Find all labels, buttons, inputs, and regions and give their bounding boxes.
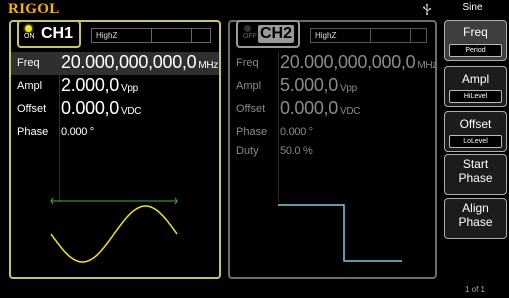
ch2-freq-row[interactable]: Freq 20.000,000,000,0 MHz (230, 52, 437, 75)
ch1-impedance: HighZ (92, 29, 152, 42)
ch2-status-slot-2 (371, 29, 411, 42)
ch1-freq-row[interactable]: Freq 20.000,000,000,0 MHz (11, 52, 219, 75)
ch1-status: ON (24, 33, 35, 40)
usb-icon (423, 3, 431, 15)
ch1-badge[interactable]: ON CH1 (17, 20, 81, 48)
page-indicator: 1 of 1 (464, 285, 485, 294)
ch2-ampl-value[interactable]: 5.000,0 Vpp (280, 75, 357, 96)
ch1-status-slot-2 (152, 29, 192, 42)
ampl-softkey[interactable]: Ampl HiLevel (444, 66, 507, 107)
ch1-name: CH1 (41, 25, 74, 42)
ch2-phase-label: Phase (236, 126, 268, 138)
ch2-duty-value[interactable]: 50.0 % (280, 145, 313, 157)
hilevel-sublabel: HiLevel (449, 90, 502, 103)
ch2-duty-label: Duty (236, 145, 259, 157)
lolevel-sublabel: LoLevel (449, 135, 502, 148)
ch1-phase-row[interactable]: Phase 0.000 ° (11, 121, 219, 144)
ch2-offset-row[interactable]: Offset 0.000,0 VDC (230, 98, 435, 121)
ch1-status-led-icon (25, 25, 32, 32)
ch2-status-slot-3 (411, 29, 426, 42)
ch2-status-led-icon (244, 25, 251, 32)
ch2-ampl-unit: Vpp (339, 83, 357, 94)
start-phase-softkey[interactable]: Start Phase (444, 154, 507, 195)
ch1-phase-label: Phase (17, 126, 49, 138)
offset-softkey[interactable]: Offset LoLevel (444, 111, 507, 152)
ch1-ampl-value[interactable]: 2.000,0 Vpp (61, 75, 138, 96)
ch2-offset-value[interactable]: 0.000,0 VDC (280, 98, 360, 119)
ch1-freq-label: Freq (17, 57, 40, 69)
ch2-freq-value[interactable]: 20.000,000,000,0 MHz (280, 52, 437, 73)
period-sublabel: Period (449, 44, 502, 57)
ch1-offset-row[interactable]: Offset 0.000,0 VDC (11, 98, 219, 121)
ch1-status-slot-3 (192, 29, 210, 42)
offset-softkey-label: Offset (459, 117, 492, 131)
ch2-name: CH2 (258, 25, 295, 43)
ch1-impedance-bar: HighZ (91, 28, 211, 43)
ch1-offset-label: Offset (17, 103, 47, 115)
ch2-ampl-label: Ampl (236, 80, 262, 92)
ch1-ampl-label: Ampl (17, 80, 43, 92)
ch2-freq-unit: MHz (417, 60, 437, 71)
freq-softkey-label: Freq (463, 25, 488, 39)
start-phase-softkey-label: Start Phase (458, 157, 493, 185)
brand-logo: RIGOL (8, 1, 60, 17)
ch1-sine-waveform-icon (50, 197, 178, 263)
ch2-duty-row[interactable]: Duty 50.0 % (230, 140, 435, 158)
ch1-ampl-row[interactable]: Ampl 2.000,0 Vpp (11, 75, 219, 98)
ch1-ampl-unit: Vpp (120, 83, 138, 94)
ch1-panel[interactable]: ON CH1 HighZ Freq 20.000,000,000,0 MHz Am… (9, 20, 221, 279)
ch1-freq-unit: MHz (198, 60, 218, 71)
align-phase-softkey[interactable]: Align Phase (444, 198, 507, 239)
ch2-status: OFF (243, 33, 257, 40)
freq-softkey[interactable]: Freq Period (444, 20, 507, 61)
ch1-freq-value[interactable]: 20.000,000,000,0 MHz (61, 52, 218, 73)
ch2-badge[interactable]: OFF CH2 (236, 20, 300, 48)
ch2-freq-label: Freq (236, 57, 259, 69)
ch2-ampl-row[interactable]: Ampl 5.000,0 Vpp (230, 75, 435, 98)
ch1-offset-value[interactable]: 0.000,0 VDC (61, 98, 141, 119)
ch1-header: ON CH1 HighZ (11, 20, 219, 48)
ampl-softkey-label: Ampl (461, 72, 490, 86)
align-phase-softkey-label: Align Phase (458, 201, 493, 229)
mode-title: Sine (462, 2, 483, 13)
ch1-phase-value[interactable]: 0.000 ° (61, 126, 94, 138)
ch2-offset-unit: VDC (339, 106, 361, 117)
ch2-panel[interactable]: OFF CH2 HighZ Freq 20.000,000,000,0 MHz A… (228, 20, 437, 279)
ch2-header: OFF CH2 HighZ (230, 20, 435, 48)
ch2-impedance: HighZ (311, 29, 371, 42)
ch1-offset-unit: VDC (120, 106, 142, 117)
ch2-square-waveform-icon (278, 204, 402, 262)
ch2-impedance-bar: HighZ (310, 28, 427, 43)
ch2-phase-value[interactable]: 0.000 ° (280, 126, 313, 138)
ch2-offset-label: Offset (236, 103, 266, 115)
